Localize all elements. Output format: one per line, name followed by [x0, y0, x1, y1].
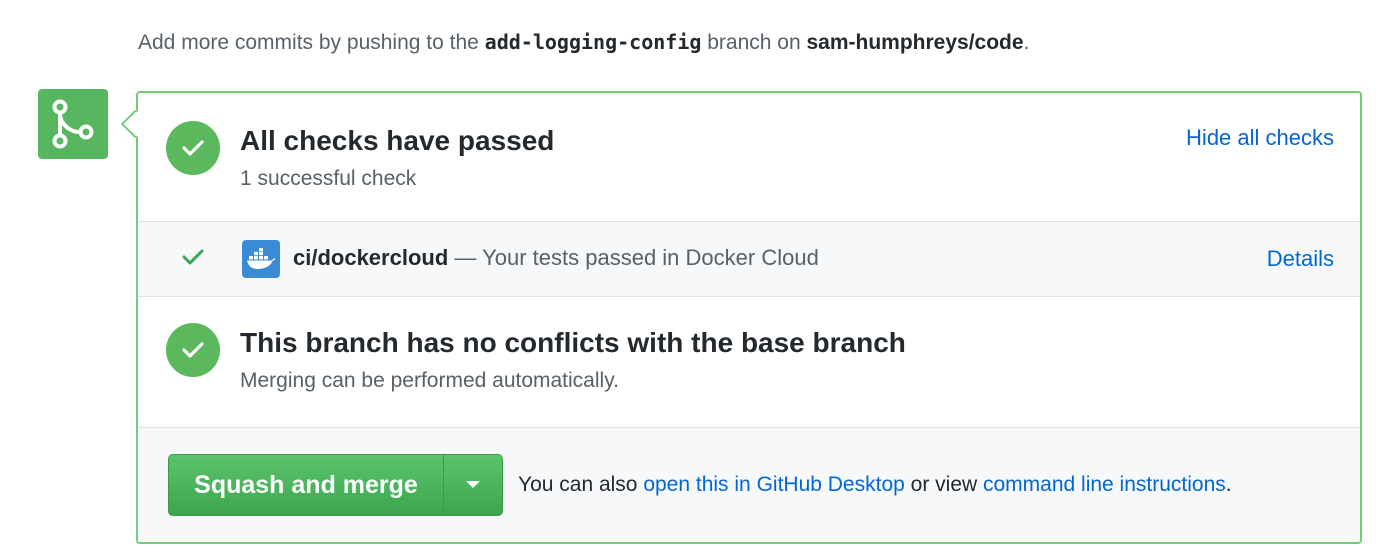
merge-text-middle: or view: [904, 473, 983, 496]
conflicts-summary: This branch has no conflicts with the ba…: [138, 297, 1360, 427]
hide-all-checks-link[interactable]: Hide all checks: [1186, 125, 1334, 151]
check-passed-icon: [182, 248, 204, 271]
squash-and-merge-button[interactable]: Squash and merge: [169, 455, 444, 515]
merge-actions: Squash and merge You can also open this …: [138, 427, 1360, 542]
check-item: ci/dockercloud — Your tests passed in Do…: [138, 221, 1360, 297]
check-context: ci/dockercloud: [293, 245, 449, 270]
push-hint-suffix: .: [1023, 31, 1030, 54]
docker-logo-icon: [242, 240, 280, 278]
checks-summary: All checks have passed 1 successful chec…: [138, 93, 1360, 221]
merge-text-prefix: You can also: [518, 473, 644, 496]
check-separator: —: [448, 245, 483, 270]
push-hint-middle: branch on: [701, 31, 807, 54]
conflicts-subtitle: Merging can be performed automatically.: [240, 369, 619, 392]
conflicts-success-icon: [166, 323, 220, 377]
push-hint-prefix: Add more commits by pushing to the: [138, 31, 485, 54]
checks-title: All checks have passed: [240, 125, 555, 156]
repo-name: sam-humphreys/code: [806, 31, 1024, 54]
checks-subtitle: 1 successful check: [240, 167, 417, 190]
check-details-link[interactable]: Details: [1267, 246, 1334, 272]
git-merge-icon: [38, 89, 108, 159]
merge-status-panel: All checks have passed 1 successful chec…: [136, 91, 1362, 544]
merge-button-group: Squash and merge: [168, 454, 503, 516]
branch-name: add-logging-config: [484, 30, 702, 54]
check-message: Your tests passed in Docker Cloud: [482, 245, 819, 270]
conflicts-title: This branch has no conflicts with the ba…: [240, 327, 906, 358]
merge-text-suffix: .: [1225, 473, 1232, 496]
checks-success-icon: [166, 121, 220, 175]
merge-method-dropdown-button[interactable]: [444, 455, 502, 515]
caret-down-icon: [466, 481, 480, 488]
push-hint: Add more commits by pushing to the add-l…: [138, 30, 1029, 55]
command-line-instructions-link[interactable]: command line instructions: [983, 473, 1226, 496]
open-in-desktop-link[interactable]: open this in GitHub Desktop: [643, 473, 904, 496]
merge-alternatives: You can also open this in GitHub Desktop…: [518, 473, 1232, 497]
check-description: ci/dockercloud — Your tests passed in Do…: [293, 245, 819, 271]
